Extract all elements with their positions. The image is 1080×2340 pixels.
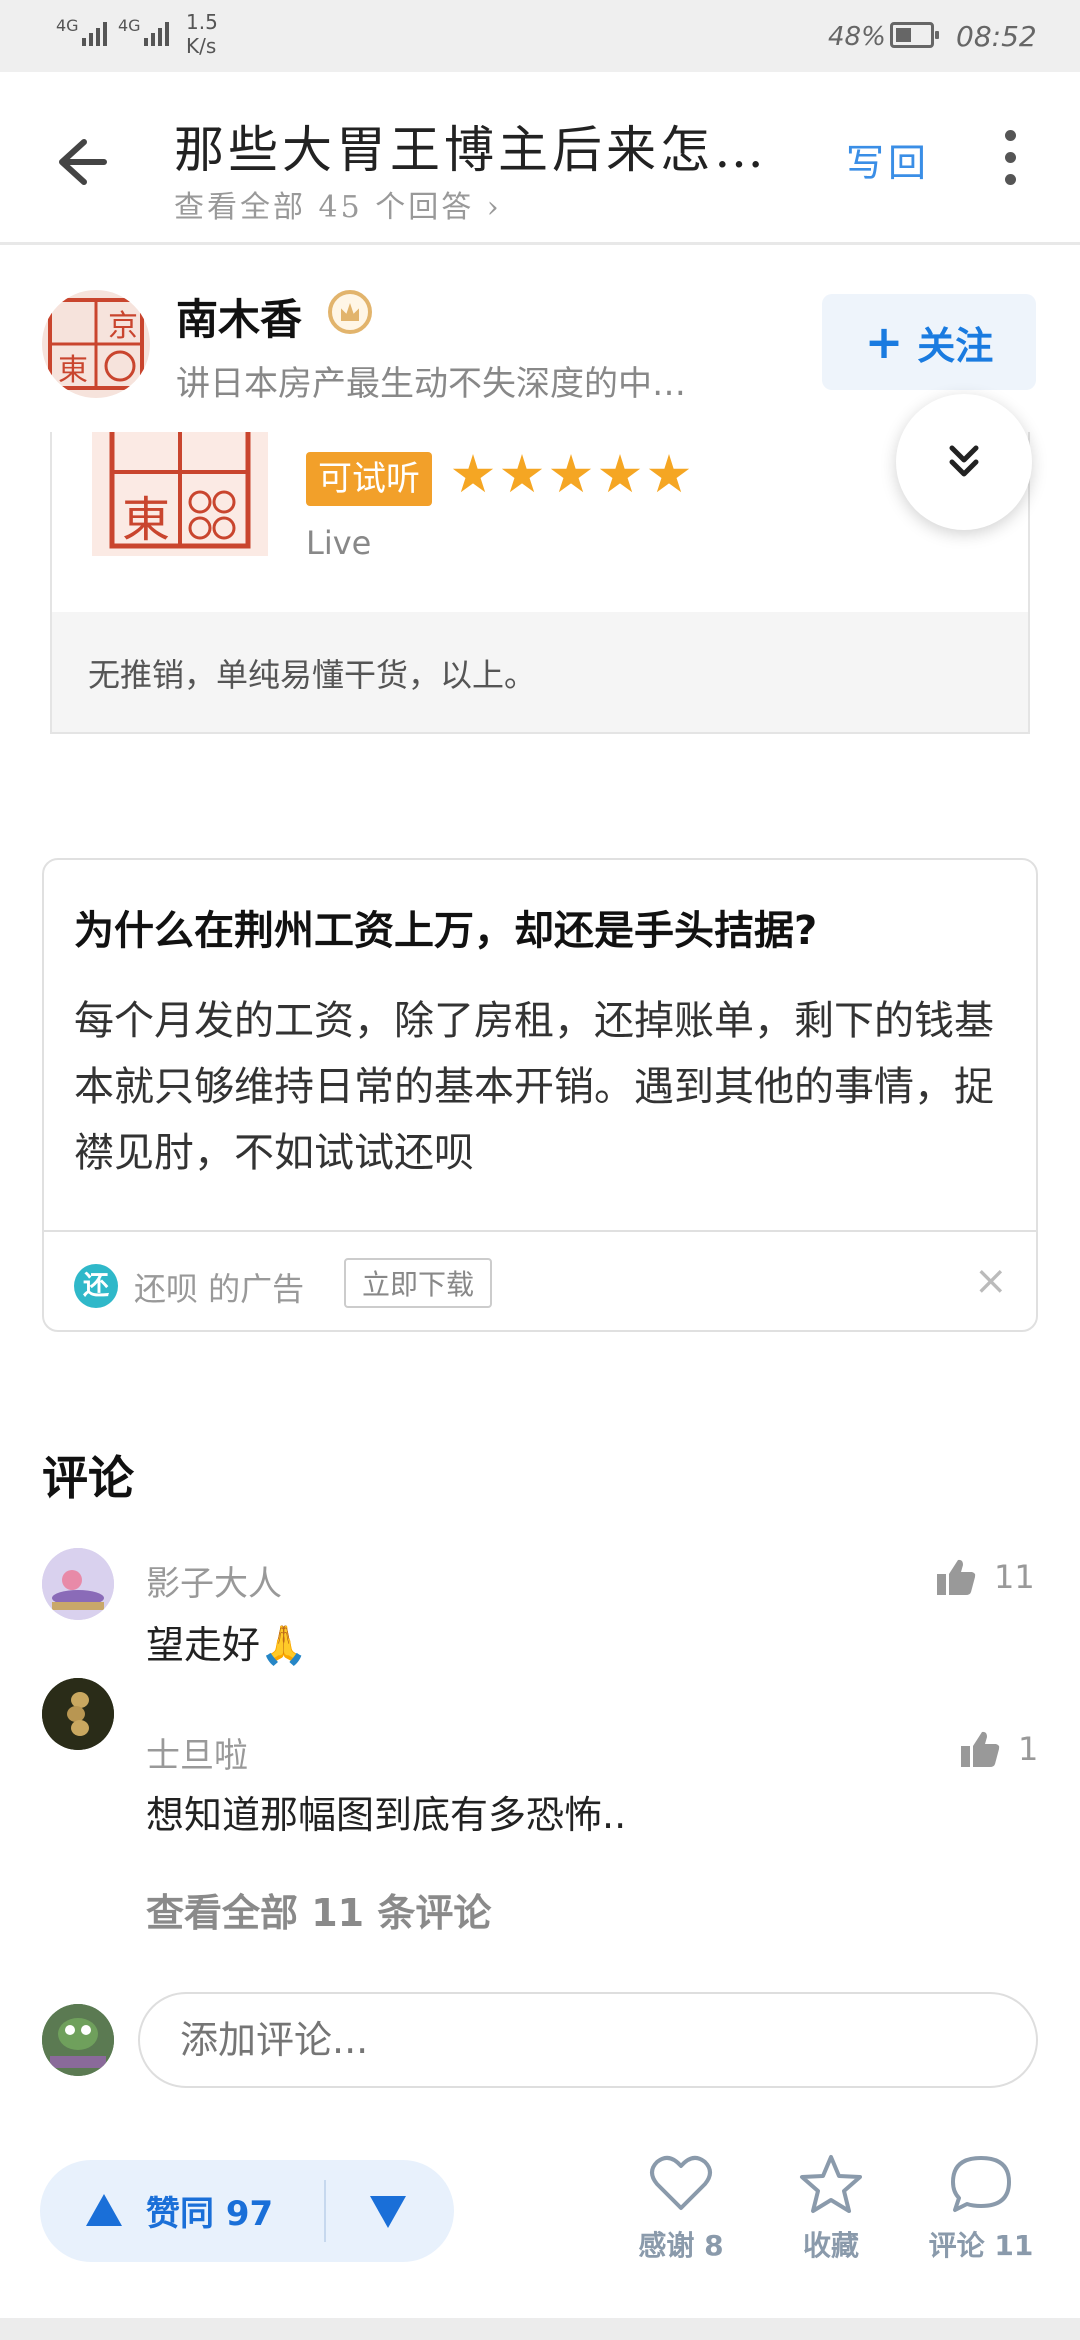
star-icon bbox=[452, 454, 494, 493]
question-header: 那些大胃王博主后来怎… 查看全部 45 个回答 › 写回 bbox=[0, 72, 1080, 245]
comments-heading: 评论 bbox=[42, 1451, 134, 1505]
clock: 08:52 bbox=[956, 20, 1037, 53]
comment-text: 望走好🙏 bbox=[146, 1623, 308, 1667]
network-speed-value: 1.5 bbox=[186, 10, 218, 34]
divider bbox=[324, 2180, 326, 2242]
live-thumbnail: 東 bbox=[92, 432, 268, 556]
star-icon bbox=[501, 454, 543, 493]
comment-like-button[interactable]: 11 bbox=[936, 1558, 1035, 1596]
ad-brand-icon: 还 bbox=[74, 1264, 118, 1308]
thumbs-up-icon bbox=[937, 1559, 976, 1595]
author-avatar[interactable]: 京 東 bbox=[42, 290, 150, 398]
favorite-label: 收藏 bbox=[802, 2229, 859, 2262]
speech-bubble-icon bbox=[951, 2156, 1011, 2212]
live-summary-text: 无推销，单纯易懂干货，以上。 bbox=[88, 656, 537, 694]
collapse-button[interactable] bbox=[896, 394, 1032, 530]
comment-input[interactable] bbox=[138, 1992, 1038, 2088]
network-speed: 1.5 K/s bbox=[186, 10, 218, 58]
view-all-answers-label: 查看全部 45 个回答 bbox=[174, 190, 475, 225]
comment-text: 想知道那幅图到底有多恐怖.. bbox=[146, 1793, 627, 1837]
star-icon bbox=[550, 454, 592, 493]
ad-card[interactable]: 为什么在荆州工资上万，却还是手头拮据? 每个月发的工资，除了房租，还掉账单，剩下… bbox=[42, 858, 1038, 1332]
vote-up-label[interactable]: 赞同 97 bbox=[146, 2186, 273, 2235]
trial-listen-tag: 可试听 bbox=[306, 452, 432, 506]
comment-like-button[interactable]: 1 bbox=[960, 1730, 1038, 1768]
live-thumb-glyph: 東 bbox=[122, 492, 170, 548]
ad-body: 每个月发的工资，除了房租，还掉账单，剩下的钱基本就只够维持日常的基本开销。遇到其… bbox=[74, 998, 994, 1176]
triangle-down-icon bbox=[370, 2196, 406, 2228]
comment-author[interactable]: 士旦啦 bbox=[146, 1728, 248, 1777]
close-icon[interactable]: × bbox=[974, 1258, 1008, 1304]
author-name[interactable]: 南木香 bbox=[176, 286, 302, 347]
battery-percent: 48% bbox=[828, 22, 886, 52]
vote-up-button[interactable] bbox=[84, 2190, 124, 2234]
avatar-glyph-1: 京 bbox=[108, 309, 138, 344]
double-chevron-down-icon bbox=[949, 445, 979, 477]
more-vertical-icon[interactable] bbox=[1000, 130, 1020, 196]
like-count: 11 bbox=[994, 1558, 1035, 1596]
like-count: 1 bbox=[1018, 1730, 1039, 1768]
battery-icon bbox=[890, 22, 939, 48]
favorite-button[interactable]: 收藏 bbox=[766, 2154, 896, 2264]
network-speed-unit: K/s bbox=[186, 34, 217, 58]
avatar[interactable] bbox=[42, 1548, 114, 1620]
avatar[interactable] bbox=[42, 1678, 114, 1750]
download-button[interactable]: 立即下载 bbox=[344, 1258, 493, 1308]
live-card[interactable]: 東 可试听 Live 无推销，单纯易懂干货，以上。 bbox=[50, 432, 1030, 734]
ad-title[interactable]: 为什么在荆州工资上万，却还是手头拮据? bbox=[74, 898, 817, 956]
comment-button[interactable]: 评论 11 bbox=[916, 2154, 1046, 2264]
follow-label: 关注 bbox=[917, 323, 994, 368]
comment-author[interactable]: 影子大人 bbox=[146, 1556, 282, 1605]
my-avatar bbox=[42, 2004, 114, 2076]
rating-stars bbox=[452, 454, 690, 496]
divider bbox=[44, 1230, 1036, 1232]
live-kind-label: Live bbox=[306, 524, 372, 562]
thanks-label: 感谢 8 bbox=[638, 2229, 724, 2262]
star-icon bbox=[648, 454, 690, 493]
thanks-button[interactable]: 感谢 8 bbox=[616, 2154, 746, 2264]
avatar-glyph-2: 東 bbox=[58, 353, 88, 388]
thumbs-up-icon bbox=[961, 1731, 1000, 1767]
chevron-right-icon: › bbox=[486, 190, 502, 225]
vote-down-button[interactable] bbox=[368, 2192, 408, 2236]
write-answer-button[interactable]: 写回 bbox=[846, 132, 930, 187]
vote-pill: 赞同 97 bbox=[40, 2160, 454, 2262]
signal-bars-icon-1 bbox=[82, 20, 107, 46]
follow-button[interactable]: + 关注 bbox=[822, 294, 1036, 390]
signal-bars-icon-2 bbox=[144, 20, 169, 46]
signal-label-1: 4G bbox=[56, 16, 79, 35]
comment-label: 评论 11 bbox=[928, 2229, 1034, 2262]
star-outline-icon bbox=[800, 2155, 862, 2213]
ad-source-label: 还呗 的广告 bbox=[134, 1270, 305, 1308]
author-description: 讲日本房产最生动不失深度的中… bbox=[176, 364, 686, 404]
back-arrow-icon[interactable] bbox=[50, 132, 110, 192]
plus-icon: + bbox=[864, 315, 904, 369]
signal-label-2: 4G bbox=[118, 16, 141, 35]
question-title[interactable]: 那些大胃王博主后来怎… bbox=[174, 110, 768, 182]
view-all-comments-link[interactable]: 查看全部 11 条评论 bbox=[146, 1882, 491, 1937]
view-all-answers-link[interactable]: 查看全部 45 个回答 › bbox=[174, 182, 502, 226]
live-summary-box: 无推销，单纯易懂干货，以上。 bbox=[52, 612, 1028, 732]
nav-bar-strip bbox=[0, 2318, 1080, 2340]
status-bar: 4G 4G 1.5 K/s 48% 08:52 bbox=[0, 0, 1080, 72]
battery-level-fill bbox=[896, 28, 911, 42]
star-icon bbox=[599, 454, 641, 493]
triangle-up-icon bbox=[86, 2194, 122, 2226]
heart-icon bbox=[650, 2155, 712, 2210]
crown-badge-icon bbox=[328, 290, 372, 334]
